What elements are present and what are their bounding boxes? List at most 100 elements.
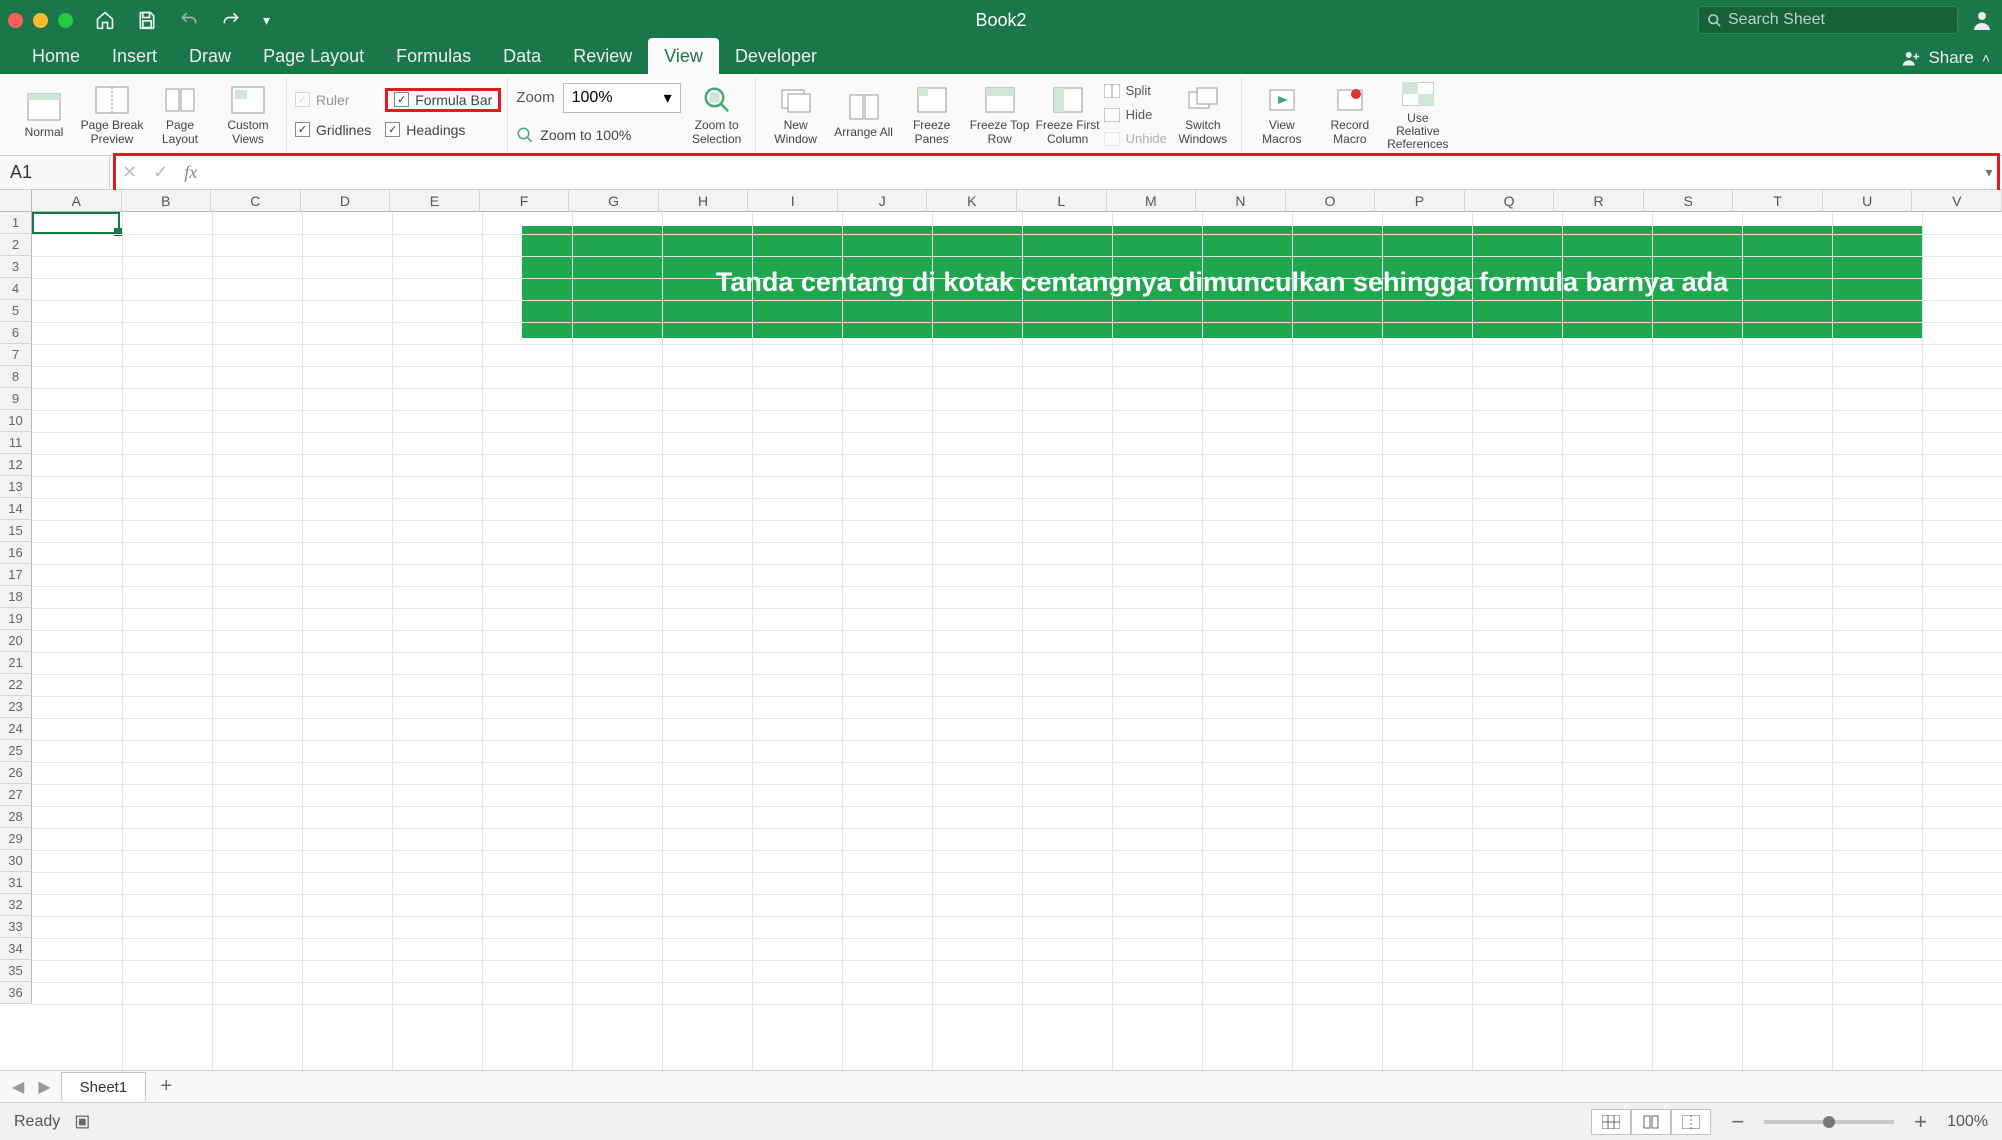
- column-headers[interactable]: ABCDEFGHIJKLMNOPQRSTUV: [32, 190, 2002, 212]
- row-header[interactable]: 23: [0, 696, 32, 718]
- column-header[interactable]: A: [32, 190, 122, 212]
- row-header[interactable]: 13: [0, 476, 32, 498]
- column-header[interactable]: C: [211, 190, 301, 212]
- qat-customize-icon[interactable]: ▾: [263, 12, 270, 29]
- column-header[interactable]: N: [1196, 190, 1286, 212]
- column-header[interactable]: L: [1017, 190, 1107, 212]
- normal-view-button[interactable]: Normal: [12, 78, 76, 152]
- row-header[interactable]: 16: [0, 542, 32, 564]
- formula-input[interactable]: [215, 156, 1976, 189]
- column-header[interactable]: R: [1554, 190, 1644, 212]
- row-header[interactable]: 5: [0, 300, 32, 322]
- switch-windows-button[interactable]: Switch Windows: [1171, 78, 1235, 152]
- column-header[interactable]: K: [927, 190, 1017, 212]
- row-header[interactable]: 22: [0, 674, 32, 696]
- row-header[interactable]: 19: [0, 608, 32, 630]
- column-header[interactable]: Q: [1465, 190, 1555, 212]
- user-avatar-icon[interactable]: [1970, 8, 1994, 32]
- cancel-formula-icon[interactable]: ✕: [122, 162, 137, 183]
- zoom-slider[interactable]: [1764, 1120, 1894, 1124]
- column-header[interactable]: S: [1644, 190, 1734, 212]
- column-header[interactable]: U: [1823, 190, 1913, 212]
- row-header[interactable]: 14: [0, 498, 32, 520]
- zoom-in-button[interactable]: +: [1908, 1109, 1933, 1135]
- column-header[interactable]: I: [748, 190, 838, 212]
- column-header[interactable]: B: [122, 190, 212, 212]
- arrange-all-button[interactable]: Arrange All: [832, 78, 896, 152]
- home-icon[interactable]: [95, 10, 115, 30]
- search-input[interactable]: [1728, 11, 1949, 29]
- fx-icon[interactable]: fx: [184, 162, 197, 183]
- column-header[interactable]: V: [1912, 190, 2002, 212]
- tab-home[interactable]: Home: [16, 38, 96, 74]
- column-header[interactable]: E: [390, 190, 480, 212]
- macro-record-status-icon[interactable]: [74, 1112, 94, 1132]
- row-header[interactable]: 28: [0, 806, 32, 828]
- zoom-to-100-button[interactable]: Zoom to 100%: [516, 123, 680, 147]
- freeze-panes-button[interactable]: Freeze Panes: [900, 78, 964, 152]
- tab-developer[interactable]: Developer: [719, 38, 833, 74]
- row-header[interactable]: 20: [0, 630, 32, 652]
- sheet-tab[interactable]: Sheet1: [61, 1072, 147, 1102]
- zoom-window-button[interactable]: [58, 13, 73, 28]
- row-header[interactable]: 26: [0, 762, 32, 784]
- row-header[interactable]: 25: [0, 740, 32, 762]
- tab-insert[interactable]: Insert: [96, 38, 173, 74]
- tab-formulas[interactable]: Formulas: [380, 38, 487, 74]
- zoom-level[interactable]: 100%: [1947, 1113, 1988, 1131]
- new-window-button[interactable]: New Window: [764, 78, 828, 152]
- tab-page-layout[interactable]: Page Layout: [247, 38, 380, 74]
- page-break-view-shortcut[interactable]: [1671, 1109, 1711, 1135]
- zoom-to-selection-button[interactable]: Zoom to Selection: [685, 78, 749, 152]
- use-relative-references-button[interactable]: Use Relative References: [1386, 78, 1450, 152]
- row-header[interactable]: 7: [0, 344, 32, 366]
- row-header[interactable]: 3: [0, 256, 32, 278]
- search-sheet-box[interactable]: [1698, 6, 1958, 34]
- undo-icon[interactable]: [179, 10, 199, 30]
- column-header[interactable]: P: [1375, 190, 1465, 212]
- page-layout-button[interactable]: Page Layout: [148, 78, 212, 152]
- minimize-window-button[interactable]: [33, 13, 48, 28]
- row-header[interactable]: 2: [0, 234, 32, 256]
- add-sheet-button[interactable]: +: [152, 1075, 180, 1099]
- row-header[interactable]: 35: [0, 960, 32, 982]
- row-header[interactable]: 17: [0, 564, 32, 586]
- formula-bar-checkbox[interactable]: ✓Formula Bar: [385, 88, 501, 112]
- tab-data[interactable]: Data: [487, 38, 557, 74]
- row-header[interactable]: 24: [0, 718, 32, 740]
- row-header[interactable]: 10: [0, 410, 32, 432]
- column-header[interactable]: M: [1107, 190, 1197, 212]
- enter-formula-icon[interactable]: ✓: [153, 162, 168, 183]
- share-button[interactable]: Share ˄: [1902, 48, 1990, 68]
- expand-formula-bar-icon[interactable]: ▾: [1976, 156, 2002, 189]
- row-header[interactable]: 31: [0, 872, 32, 894]
- column-header[interactable]: H: [659, 190, 749, 212]
- gridlines-checkbox[interactable]: ✓Gridlines: [295, 118, 371, 142]
- column-header[interactable]: D: [301, 190, 391, 212]
- tab-draw[interactable]: Draw: [173, 38, 247, 74]
- row-header[interactable]: 4: [0, 278, 32, 300]
- select-all-button[interactable]: [0, 190, 32, 212]
- tab-view[interactable]: View: [648, 38, 719, 74]
- custom-views-button[interactable]: Custom Views: [216, 78, 280, 152]
- active-cell[interactable]: [32, 212, 120, 234]
- freeze-first-column-button[interactable]: Freeze First Column: [1036, 78, 1100, 152]
- row-header[interactable]: 15: [0, 520, 32, 542]
- redo-icon[interactable]: [221, 10, 241, 30]
- row-header[interactable]: 32: [0, 894, 32, 916]
- zoom-out-button[interactable]: −: [1725, 1109, 1750, 1135]
- row-header[interactable]: 6: [0, 322, 32, 344]
- cells-area[interactable]: Tanda centang di kotak centangnya dimunc…: [32, 212, 2002, 1070]
- record-macro-button[interactable]: Record Macro: [1318, 78, 1382, 152]
- row-headers[interactable]: 1234567891011121314151617181920212223242…: [0, 212, 32, 1004]
- view-macros-button[interactable]: View Macros: [1250, 78, 1314, 152]
- column-header[interactable]: G: [569, 190, 659, 212]
- save-icon[interactable]: [137, 10, 157, 30]
- column-header[interactable]: J: [838, 190, 928, 212]
- spreadsheet-grid[interactable]: ABCDEFGHIJKLMNOPQRSTUV 12345678910111213…: [0, 190, 2002, 1070]
- name-box[interactable]: A1: [0, 156, 110, 189]
- row-header[interactable]: 33: [0, 916, 32, 938]
- sheet-nav-next-icon[interactable]: ▶: [34, 1077, 54, 1097]
- headings-checkbox[interactable]: ✓Headings: [385, 118, 501, 142]
- row-header[interactable]: 29: [0, 828, 32, 850]
